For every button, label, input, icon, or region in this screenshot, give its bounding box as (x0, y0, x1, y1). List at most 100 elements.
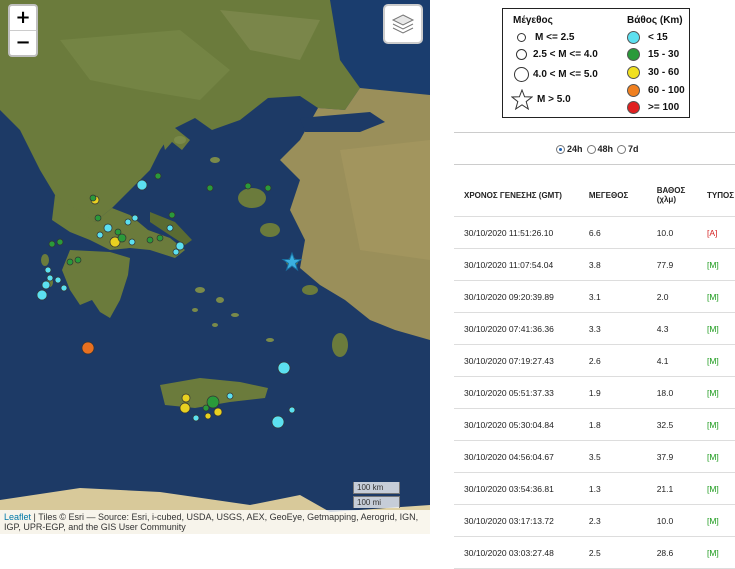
earthquake-marker[interactable] (213, 407, 223, 417)
earthquake-marker[interactable] (56, 238, 64, 246)
row-type: [M] (698, 344, 735, 377)
table-row[interactable]: 30/10/2020 04:56:04.67 3.5 37.9 [M] (454, 440, 735, 473)
legend-depth-row-2: 15 - 30 (627, 48, 679, 61)
legend-depth-row-5: >= 100 (627, 101, 679, 114)
radio-24h[interactable] (556, 144, 565, 154)
depth-color-swatch (627, 48, 640, 61)
row-type: [M] (698, 440, 735, 473)
depth-color-swatch (627, 101, 640, 114)
earthquake-marker[interactable] (264, 184, 272, 192)
table-row[interactable]: 30/10/2020 05:51:37.33 1.9 18.0 [M] (454, 376, 735, 409)
row-type: [M] (698, 280, 735, 313)
earthquake-marker[interactable] (131, 214, 139, 222)
row-depth: 37.9 (648, 440, 699, 473)
divider (454, 132, 735, 133)
row-type: [M] (698, 472, 735, 505)
earthquake-marker[interactable] (96, 231, 104, 239)
earthquake-marker[interactable] (128, 238, 136, 246)
attribution-text: | Tiles © Esri — Source: Esri, i-cubed, … (4, 512, 419, 532)
table-row[interactable]: 30/10/2020 03:54:36.81 1.3 21.1 [M] (454, 472, 735, 505)
earthquake-marker[interactable] (74, 256, 82, 264)
earthquake-marker[interactable] (175, 241, 185, 251)
table-row[interactable]: 30/10/2020 03:03:27.48 2.5 28.6 [M] (454, 536, 735, 569)
earthquake-marker[interactable] (66, 258, 74, 266)
earthquake-marker[interactable] (271, 415, 285, 429)
radio-48h[interactable] (586, 144, 596, 154)
earthquake-marker[interactable] (46, 274, 54, 282)
earthquake-table: ΧΡΟΝΟΣ ΓΕΝΕΣΗΣ (GMT) ΜΕΓΕΘΟΣ ΒΑΘΟΣ (χλμ)… (454, 174, 735, 569)
legend: Μέγεθος Βάθος (Km) M <= 2.5 2.5 < M <= 4… (502, 8, 690, 118)
radio-7d[interactable] (617, 144, 627, 154)
table-row[interactable]: 30/10/2020 07:41:36.36 3.3 4.3 [M] (454, 312, 735, 345)
earthquake-marker[interactable] (166, 224, 174, 232)
legend-depth-row-3: 30 - 60 (627, 66, 679, 79)
earthquake-marker[interactable] (60, 284, 68, 292)
earthquake-marker[interactable] (154, 172, 162, 180)
table-row[interactable]: 30/10/2020 03:17:13.72 2.3 10.0 [M] (454, 504, 735, 537)
zoom-in-button[interactable]: + (10, 6, 36, 30)
row-type: [M] (698, 408, 735, 441)
zoom-out-button[interactable]: − (10, 30, 36, 55)
col-header-depth: ΒΑΘΟΣ (χλμ) (648, 174, 699, 217)
row-time: 30/10/2020 03:17:13.72 (454, 504, 579, 537)
earthquake-marker[interactable] (277, 361, 291, 375)
earthquake-marker[interactable] (172, 248, 180, 256)
earthquake-marker[interactable] (44, 266, 52, 274)
earthquake-marker[interactable] (36, 289, 48, 301)
depth-color-swatch (627, 84, 640, 97)
earthquake-marker[interactable] (136, 179, 148, 191)
table-row[interactable]: 30/10/2020 11:51:26.10 6.6 10.0 [A] (454, 216, 735, 249)
earthquake-marker[interactable] (117, 233, 127, 243)
earthquake-marker[interactable] (89, 194, 97, 202)
earthquake-marker[interactable] (146, 236, 154, 244)
earthquake-marker[interactable] (192, 414, 200, 422)
row-time: 30/10/2020 05:51:37.33 (454, 376, 579, 409)
main-shock-star (281, 251, 303, 272)
legend-depth-row-4: 60 - 100 (627, 84, 685, 97)
earthquake-marker[interactable] (48, 240, 56, 248)
table-row[interactable]: 30/10/2020 07:19:27.43 2.6 4.1 [M] (454, 344, 735, 377)
earthquake-marker[interactable] (206, 184, 214, 192)
table-row[interactable]: 30/10/2020 11:07:54.04 3.8 77.9 [M] (454, 248, 735, 281)
row-type: [M] (698, 536, 735, 569)
earthquake-marker[interactable] (226, 392, 234, 400)
earthquake-marker[interactable] (103, 223, 113, 233)
earthquake-marker[interactable] (244, 182, 252, 190)
earthquake-marker[interactable] (179, 402, 191, 414)
row-magnitude: 2.3 (578, 504, 649, 537)
row-depth: 77.9 (648, 248, 699, 281)
row-type: [M] (698, 248, 735, 281)
legend-magnitude-title: Μέγεθος (513, 15, 553, 26)
earthquake-marker[interactable] (54, 276, 62, 284)
earthquake-marker[interactable] (168, 211, 176, 219)
earthquake-map[interactable]: + − 100 km 100 mi Leaflet | Tiles © Esri… (0, 0, 430, 534)
earthquake-marker[interactable] (41, 280, 51, 290)
earthquake-marker[interactable] (206, 395, 220, 409)
earthquake-marker[interactable] (156, 234, 164, 242)
row-magnitude: 2.6 (578, 344, 649, 377)
earthquake-marker[interactable] (124, 218, 132, 226)
row-depth: 4.1 (648, 344, 699, 377)
earthquake-marker[interactable] (181, 393, 191, 403)
row-magnitude: 3.8 (578, 248, 649, 281)
earthquake-marker[interactable] (204, 412, 212, 420)
row-magnitude: 3.3 (578, 312, 649, 345)
radio-24h-label: 24h (567, 144, 583, 154)
row-magnitude: 2.5 (578, 536, 649, 569)
legend-mag-row-3: 4.0 < M <= 5.0 (513, 67, 598, 82)
leaflet-link[interactable]: Leaflet (4, 512, 31, 522)
table-row[interactable]: 30/10/2020 09:20:39.89 3.1 2.0 [M] (454, 280, 735, 313)
earthquake-marker[interactable] (288, 406, 296, 414)
star-icon (511, 89, 533, 110)
row-depth: 4.3 (648, 312, 699, 345)
row-type: [A] (698, 216, 735, 249)
table-row[interactable]: 30/10/2020 05:30:04.84 1.8 32.5 [M] (454, 408, 735, 441)
earthquake-marker[interactable] (94, 214, 102, 222)
col-header-time: ΧΡΟΝΟΣ ΓΕΝΕΣΗΣ (GMT) (454, 174, 579, 217)
row-depth: 28.6 (648, 536, 699, 569)
earthquake-marker[interactable] (81, 341, 95, 355)
col-header-magnitude: ΜΕΓΕΘΟΣ (578, 174, 649, 217)
scale-bar-km: 100 km (353, 482, 400, 494)
layers-icon (391, 14, 415, 34)
layers-button[interactable] (383, 4, 423, 44)
